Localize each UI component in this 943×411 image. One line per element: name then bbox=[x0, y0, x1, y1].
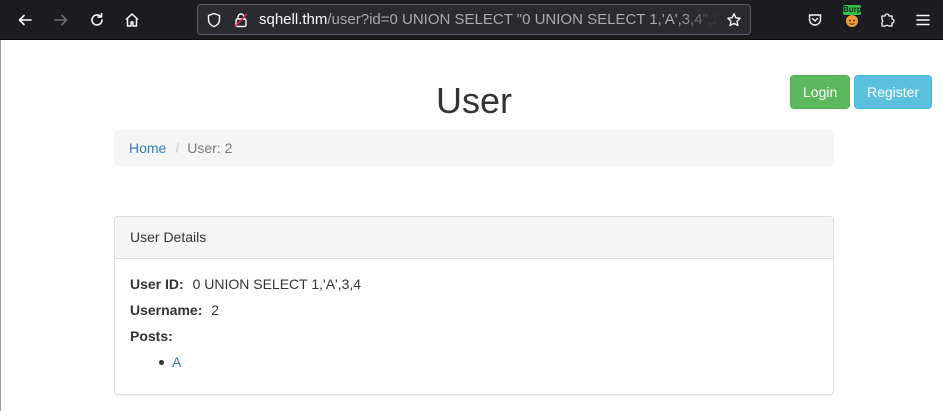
reload-button[interactable] bbox=[83, 6, 111, 34]
url-bar[interactable]: sqhell.thm/user?id=0 UNION SELECT "0 UNI… bbox=[197, 4, 751, 35]
forward-arrow-icon bbox=[54, 14, 68, 26]
reload-icon bbox=[91, 12, 103, 26]
user-details-panel: User Details User ID: 0 UNION SELECT 1,'… bbox=[114, 216, 834, 395]
register-button[interactable]: Register bbox=[854, 75, 932, 109]
breadcrumb: Home / User: 2 bbox=[114, 130, 834, 166]
url-text[interactable]: sqhell.thm/user?id=0 UNION SELECT "0 UNI… bbox=[259, 5, 717, 34]
panel-body: User ID: 0 UNION SELECT 1,'A',3,4 Userna… bbox=[115, 259, 833, 372]
posts-row: Posts: bbox=[130, 326, 818, 352]
hamburger-icon bbox=[916, 14, 930, 26]
post-link[interactable]: A bbox=[172, 354, 181, 370]
breadcrumb-home-link[interactable]: Home bbox=[129, 140, 166, 156]
login-button[interactable]: Login bbox=[790, 75, 850, 109]
user-id-row: User ID: 0 UNION SELECT 1,'A',3,4 bbox=[130, 274, 818, 300]
back-arrow-icon bbox=[18, 14, 32, 26]
url-fade bbox=[678, 5, 718, 34]
pocket-button[interactable] bbox=[801, 6, 829, 34]
pocket-icon bbox=[808, 14, 822, 26]
page-edge bbox=[0, 40, 1, 411]
home-button[interactable] bbox=[118, 6, 146, 34]
page-title: User bbox=[435, 80, 512, 121]
back-button[interactable] bbox=[11, 6, 39, 34]
insecure-lock-icon[interactable] bbox=[233, 12, 249, 28]
username-row: Username: 2 bbox=[130, 300, 818, 326]
user-id-label: User ID: bbox=[130, 276, 184, 292]
url-host: sqhell.thm bbox=[259, 11, 328, 28]
shield-icon[interactable] bbox=[206, 12, 222, 28]
username-label: Username: bbox=[130, 302, 203, 318]
puzzle-icon bbox=[881, 13, 895, 27]
user-id-value: 0 UNION SELECT 1,'A',3,4 bbox=[192, 276, 362, 292]
list-item: A bbox=[158, 352, 818, 372]
url-path: /user?id=0 UNION SELECT "0 UNION SELECT … bbox=[327, 11, 717, 28]
burp-badge: Burp bbox=[843, 5, 862, 15]
forward-button[interactable] bbox=[47, 6, 75, 34]
home-icon bbox=[125, 13, 139, 27]
breadcrumb-current: User: 2 bbox=[187, 140, 233, 156]
panel-heading: User Details bbox=[115, 217, 833, 259]
bookmark-star-icon[interactable] bbox=[726, 12, 742, 28]
breadcrumb-separator: / bbox=[175, 140, 180, 156]
menu-button[interactable] bbox=[909, 6, 937, 34]
posts-list: A bbox=[130, 352, 818, 372]
browser-toolbar: sqhell.thm/user?id=0 UNION SELECT "0 UNI… bbox=[0, 0, 943, 40]
extensions-button[interactable] bbox=[873, 6, 901, 34]
posts-label: Posts: bbox=[130, 328, 173, 344]
username-value: 2 bbox=[211, 302, 220, 318]
